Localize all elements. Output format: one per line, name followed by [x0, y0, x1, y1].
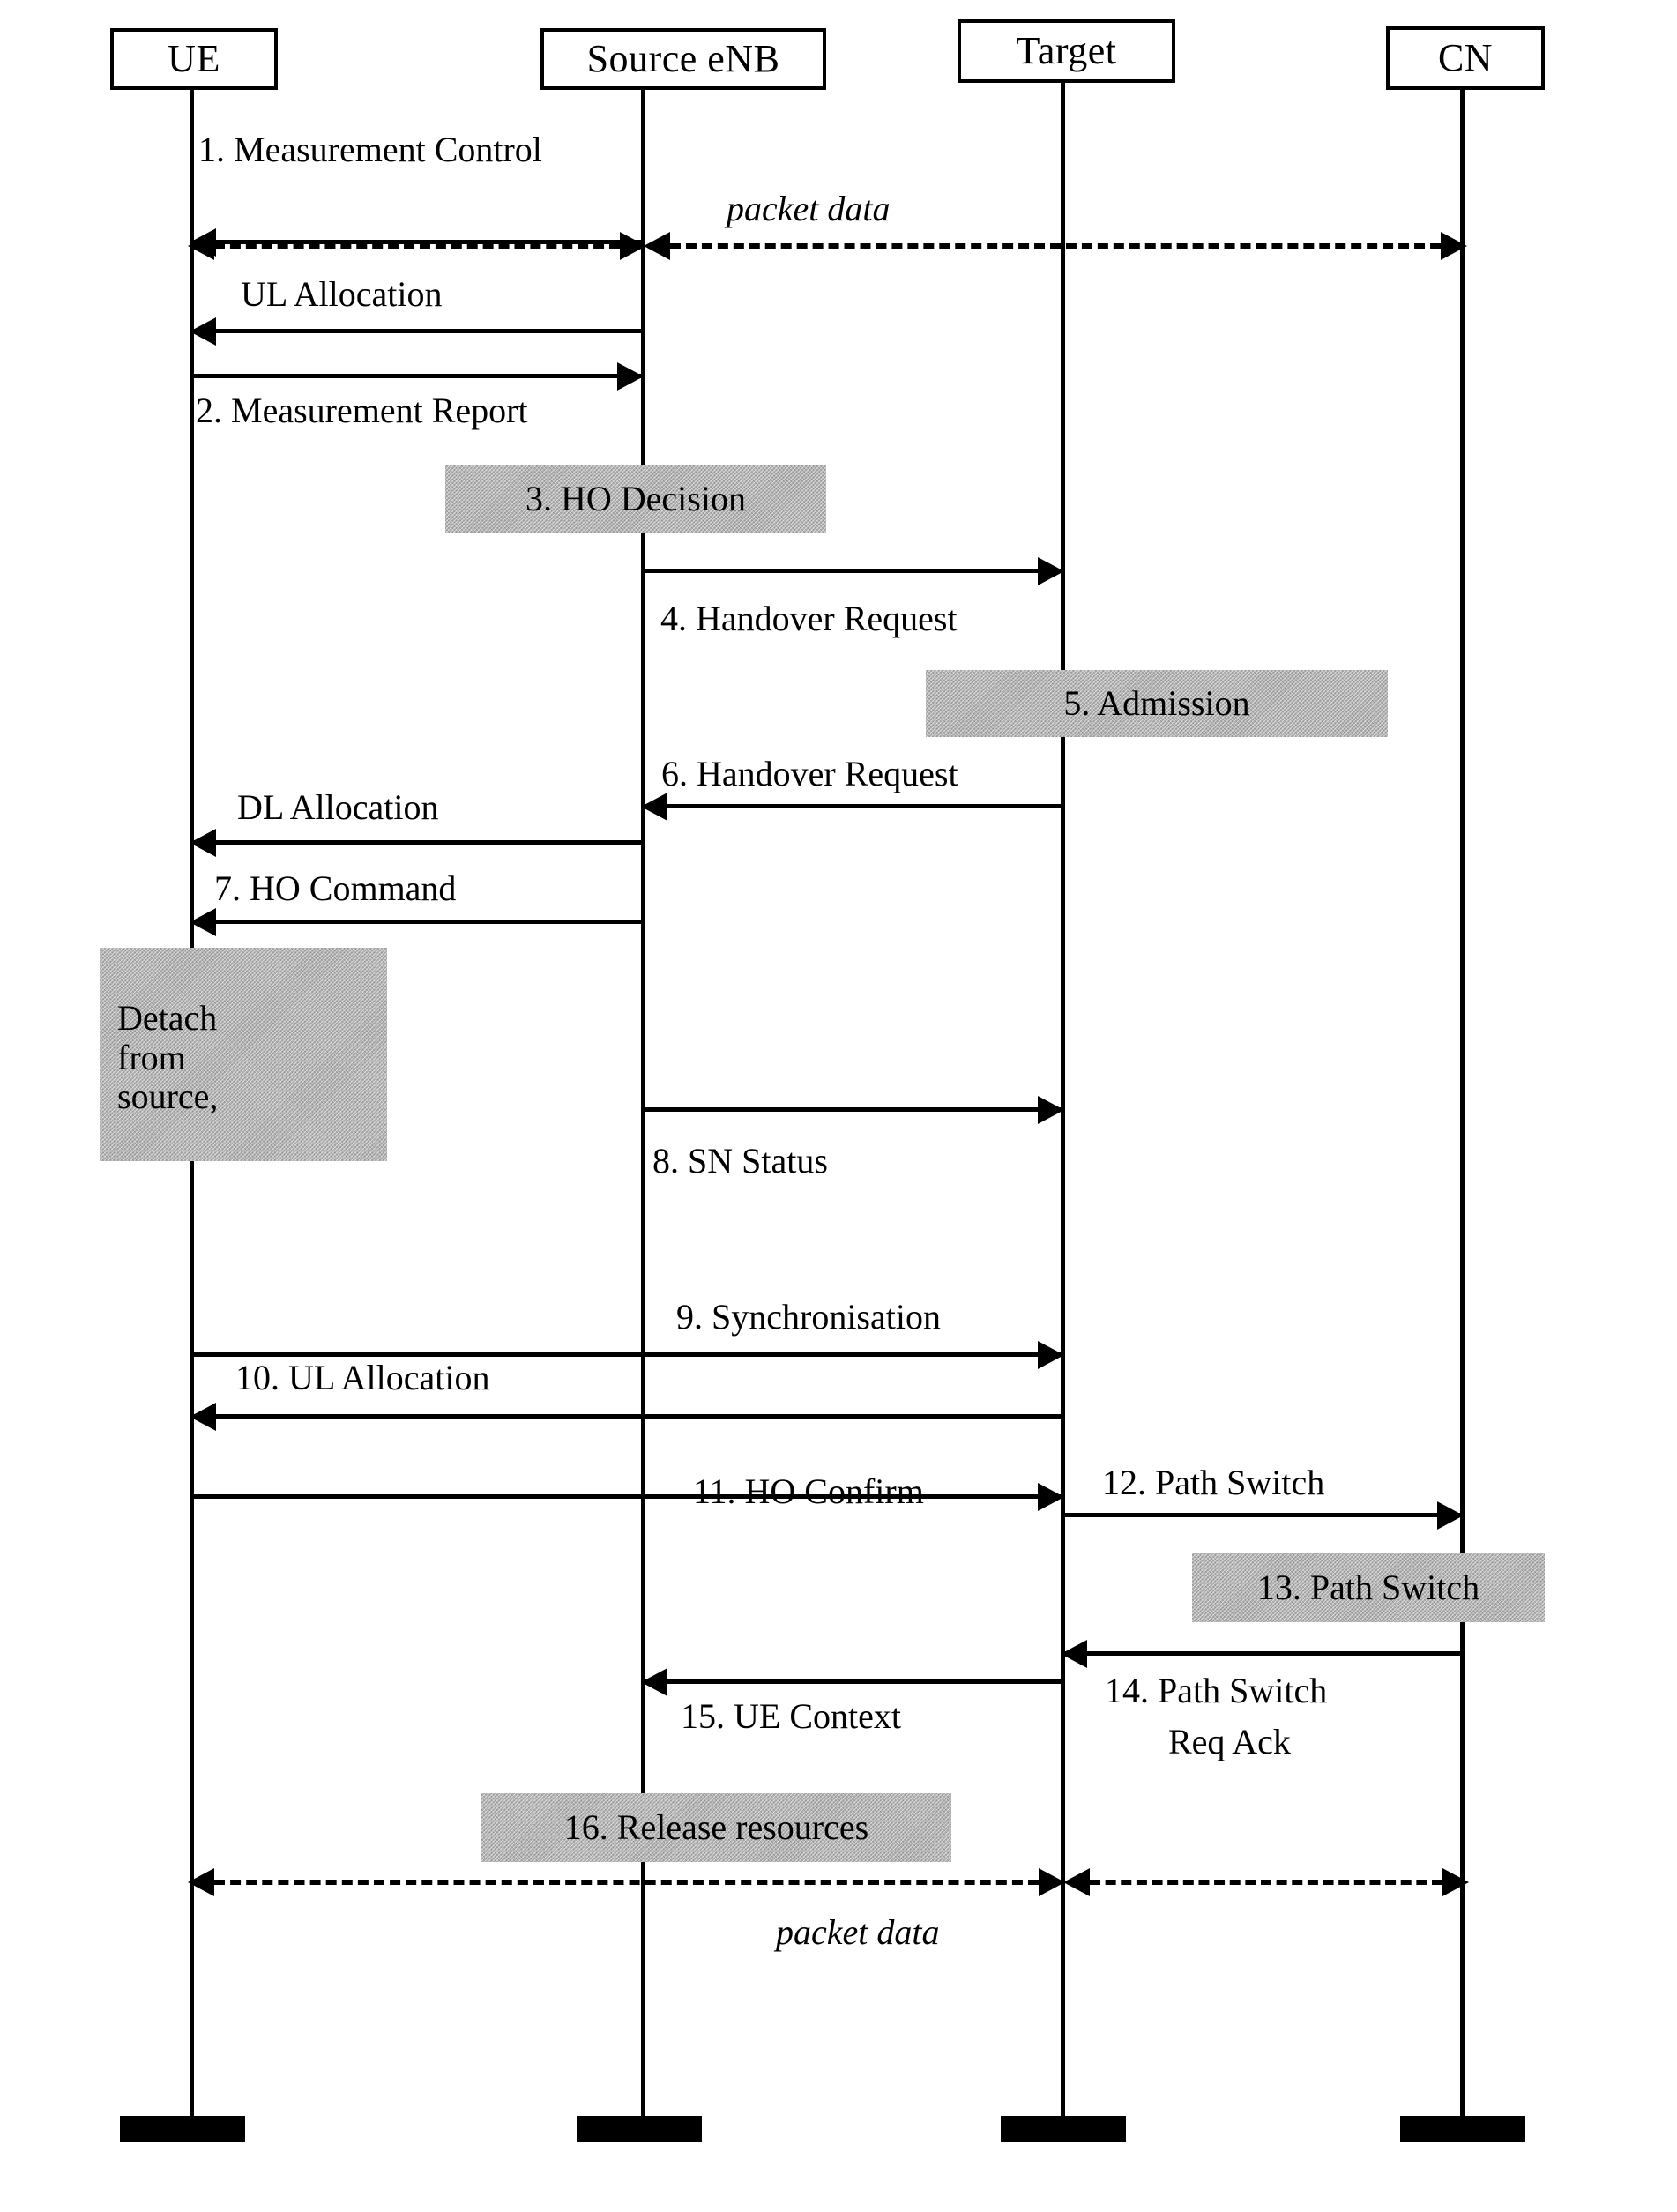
label-measurement-control: 1. Measurement Control	[198, 130, 542, 169]
actor-label-source-enb: Source eNB	[586, 37, 780, 80]
arrow-shaft	[190, 1414, 1064, 1419]
arrowhead-left	[1061, 1640, 1087, 1668]
arrow-shaft	[214, 243, 620, 249]
process-box-detach-line1: Detach	[117, 997, 218, 1038]
process-box-ho-decision-label: 3. HO Decision	[525, 478, 746, 518]
label-path-switch-req-ack-line2: Req Ack	[1168, 1722, 1291, 1761]
arrow-shaft	[641, 804, 1064, 808]
arrowhead-right	[617, 362, 644, 391]
process-box-detach-from-source: Detach from source,	[100, 948, 387, 1161]
arrowhead-right	[1038, 1341, 1064, 1369]
process-box-release-resources-label: 16. Release resources	[563, 1806, 869, 1847]
arrow-shaft	[641, 1107, 1064, 1112]
arrow-shaft	[670, 243, 1441, 249]
actor-label-target: Target	[1016, 29, 1117, 72]
arrowhead-right	[1437, 1501, 1464, 1530]
label-dl-allocation: DL Allocation	[237, 787, 439, 827]
label-ho-command: 7. HO Command	[214, 868, 457, 908]
process-box-ho-decision: 3. HO Decision	[445, 465, 826, 533]
arrow-shaft	[214, 1880, 1039, 1885]
arrowhead-left	[641, 793, 667, 821]
arrow-shaft	[1061, 1651, 1464, 1656]
process-box-path-switch-13: 13. Path Switch	[1192, 1553, 1545, 1622]
arrowhead-left	[190, 829, 216, 857]
termination-bar-source-enb	[577, 2116, 702, 2142]
arrowhead-right	[620, 232, 646, 260]
arrowhead-left	[644, 232, 670, 260]
arrowhead-left	[641, 1668, 667, 1696]
label-path-switch-12: 12. Path Switch	[1102, 1463, 1325, 1502]
termination-bar-ue	[120, 2116, 245, 2142]
arrowhead-left	[190, 317, 216, 346]
label-measurement-report: 2. Measurement Report	[196, 391, 528, 430]
arrow-shaft	[190, 1352, 1064, 1357]
label-ue-context: 15. UE Context	[681, 1696, 901, 1736]
arrow-shaft	[190, 329, 645, 333]
actor-box-cn: CN	[1386, 26, 1545, 90]
process-box-release-resources: 16. Release resources	[481, 1793, 951, 1862]
actor-label-cn: CN	[1437, 36, 1494, 79]
arrowhead-right	[1038, 1096, 1064, 1124]
label-ho-confirm: 11. HO Confirm	[693, 1471, 924, 1511]
label-sn-status: 8. SN Status	[652, 1141, 828, 1180]
arrowhead-left	[188, 1868, 214, 1896]
arrow-shaft	[1090, 1880, 1442, 1885]
arrow-shaft	[641, 1679, 1064, 1684]
label-packet-data-top: packet data	[727, 189, 891, 228]
arrow-shaft	[641, 569, 1064, 573]
label-synchronisation: 9. Synchronisation	[676, 1297, 941, 1337]
arrowhead-left	[190, 908, 216, 936]
label-packet-data-bottom: packet data	[776, 1912, 940, 1952]
label-ul-allocation-10: 10. UL Allocation	[235, 1358, 490, 1397]
termination-bar-cn	[1400, 2116, 1525, 2142]
arrowhead-right	[1038, 557, 1064, 585]
arrowhead-right	[1441, 232, 1467, 260]
arrowhead-right	[1442, 1868, 1469, 1896]
process-box-detach-line2: from	[117, 1037, 186, 1077]
label-path-switch-req-ack-line1: 14. Path Switch	[1105, 1671, 1328, 1710]
process-box-admission-label: 5. Admission	[1063, 682, 1250, 723]
label-handover-request-6: 6. Handover Request	[661, 754, 958, 793]
actor-box-target: Target	[958, 19, 1175, 83]
arrow-shaft	[1061, 1513, 1464, 1517]
process-box-path-switch-13-label: 13. Path Switch	[1256, 1567, 1480, 1607]
actor-label-ue: UE	[168, 37, 220, 80]
arrowhead-right	[1039, 1868, 1065, 1896]
arrow-shaft	[190, 374, 644, 378]
actor-box-ue: UE	[110, 28, 278, 90]
termination-bar-target	[1001, 2116, 1126, 2142]
process-box-admission: 5. Admission	[926, 670, 1388, 737]
label-handover-request-4: 4. Handover Request	[660, 599, 958, 638]
arrowhead-right	[1038, 1483, 1064, 1511]
label-ul-allocation: UL Allocation	[241, 274, 443, 314]
lifeline-cn	[1460, 88, 1465, 2121]
process-box-detach-line3: source,	[117, 1076, 219, 1117]
arrow-shaft	[190, 1494, 1064, 1499]
arrow-shaft	[190, 920, 645, 924]
arrowhead-left	[190, 1403, 216, 1431]
arrowhead-left	[1063, 1868, 1090, 1896]
sequence-diagram-canvas: UE Source eNB Target CN 1. Measurement C…	[0, 0, 1677, 2212]
actor-box-source-enb: Source eNB	[540, 28, 826, 90]
arrowhead-left	[188, 232, 214, 260]
arrow-shaft	[190, 840, 645, 845]
